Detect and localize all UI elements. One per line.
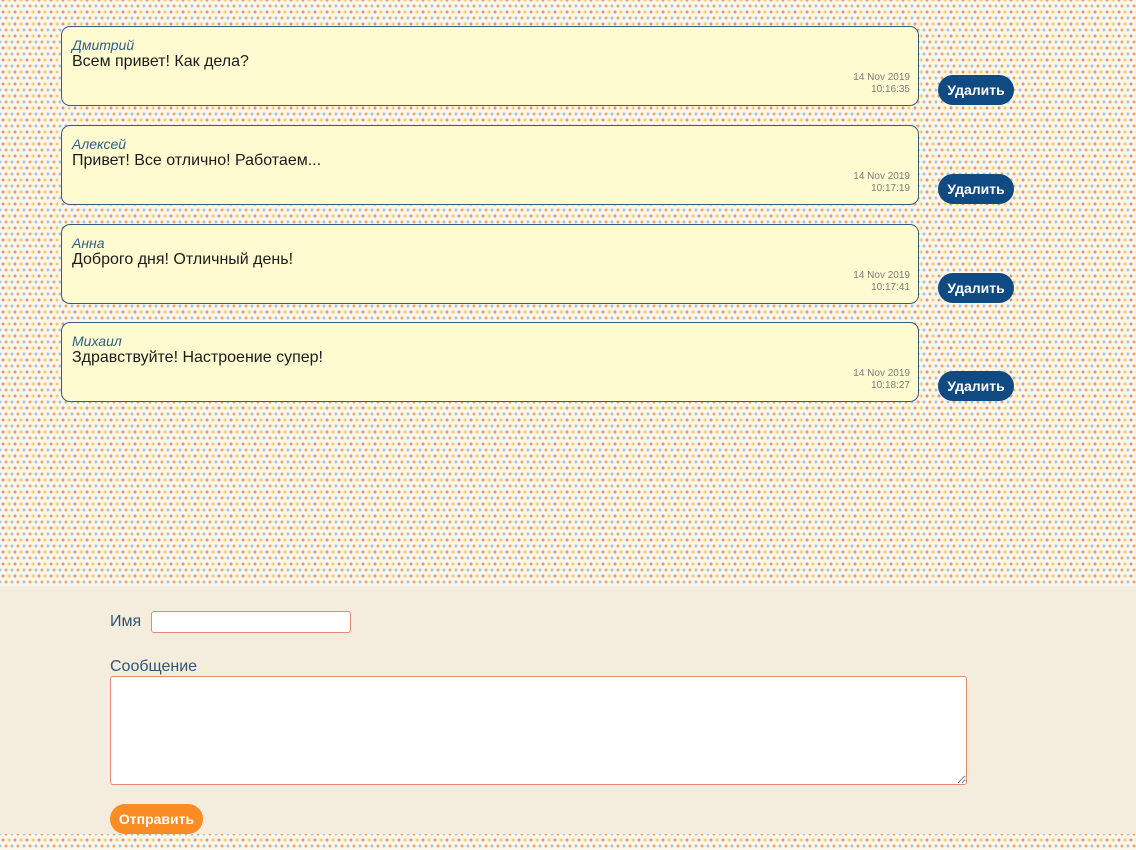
message-text: Доброго дня! Отличный день! [72,251,294,268]
message-text: Привет! Все отлично! Работаем... [72,152,322,169]
message-text: Всем привет! Как дела? [72,53,249,70]
message-item: Анна Доброго дня! Отличный день! 14 Nov … [61,224,1021,306]
message-timestamp: 14 Nov 2019 10:18:27 [853,368,910,392]
message-card: Алексей Привет! Все отлично! Работаем...… [61,125,919,205]
message-list: Дмитрий Всем привет! Как дела? 14 Nov 20… [0,0,1136,586]
message-card: Михаил Здравствуйте! Настроение супер! 1… [61,322,919,402]
message-form: Имя Сообщение Отправить [0,586,1136,834]
message-item: Дмитрий Всем привет! Как дела? 14 Nov 20… [61,26,1021,108]
message-textarea[interactable] [110,676,967,785]
message-text: Здравствуйте! Настроение супер! [72,349,323,366]
message-time: 10:16:35 [871,84,910,95]
message-date: 14 Nov 2019 [853,368,910,379]
message-timestamp: 14 Nov 2019 10:17:41 [853,270,910,294]
delete-button[interactable]: Удалить [938,273,1014,303]
message-card: Дмитрий Всем привет! Как дела? 14 Nov 20… [61,26,919,106]
delete-button[interactable]: Удалить [938,371,1014,401]
message-card: Анна Доброго дня! Отличный день! 14 Nov … [61,224,919,304]
message-timestamp: 14 Nov 2019 10:17:19 [853,171,910,195]
message-item: Алексей Привет! Все отлично! Работаем...… [61,125,1021,207]
message-date: 14 Nov 2019 [853,171,910,182]
message-time: 10:17:19 [871,183,910,194]
message-label: Сообщение [110,658,198,675]
message-author: Алексей [72,136,127,152]
message-item: Михаил Здравствуйте! Настроение супер! 1… [61,322,1021,404]
name-label: Имя [110,613,142,630]
delete-button[interactable]: Удалить [938,75,1014,105]
message-timestamp: 14 Nov 2019 10:16:35 [853,72,910,96]
message-author: Михаил [72,333,122,349]
message-date: 14 Nov 2019 [853,72,910,83]
send-button[interactable]: Отправить [110,804,203,834]
message-date: 14 Nov 2019 [853,270,910,281]
name-input[interactable] [151,611,351,633]
message-time: 10:18:27 [871,380,910,391]
message-author: Дмитрий [72,37,135,53]
message-time: 10:17:41 [871,282,910,293]
message-author: Анна [72,235,105,251]
delete-button[interactable]: Удалить [938,174,1014,204]
